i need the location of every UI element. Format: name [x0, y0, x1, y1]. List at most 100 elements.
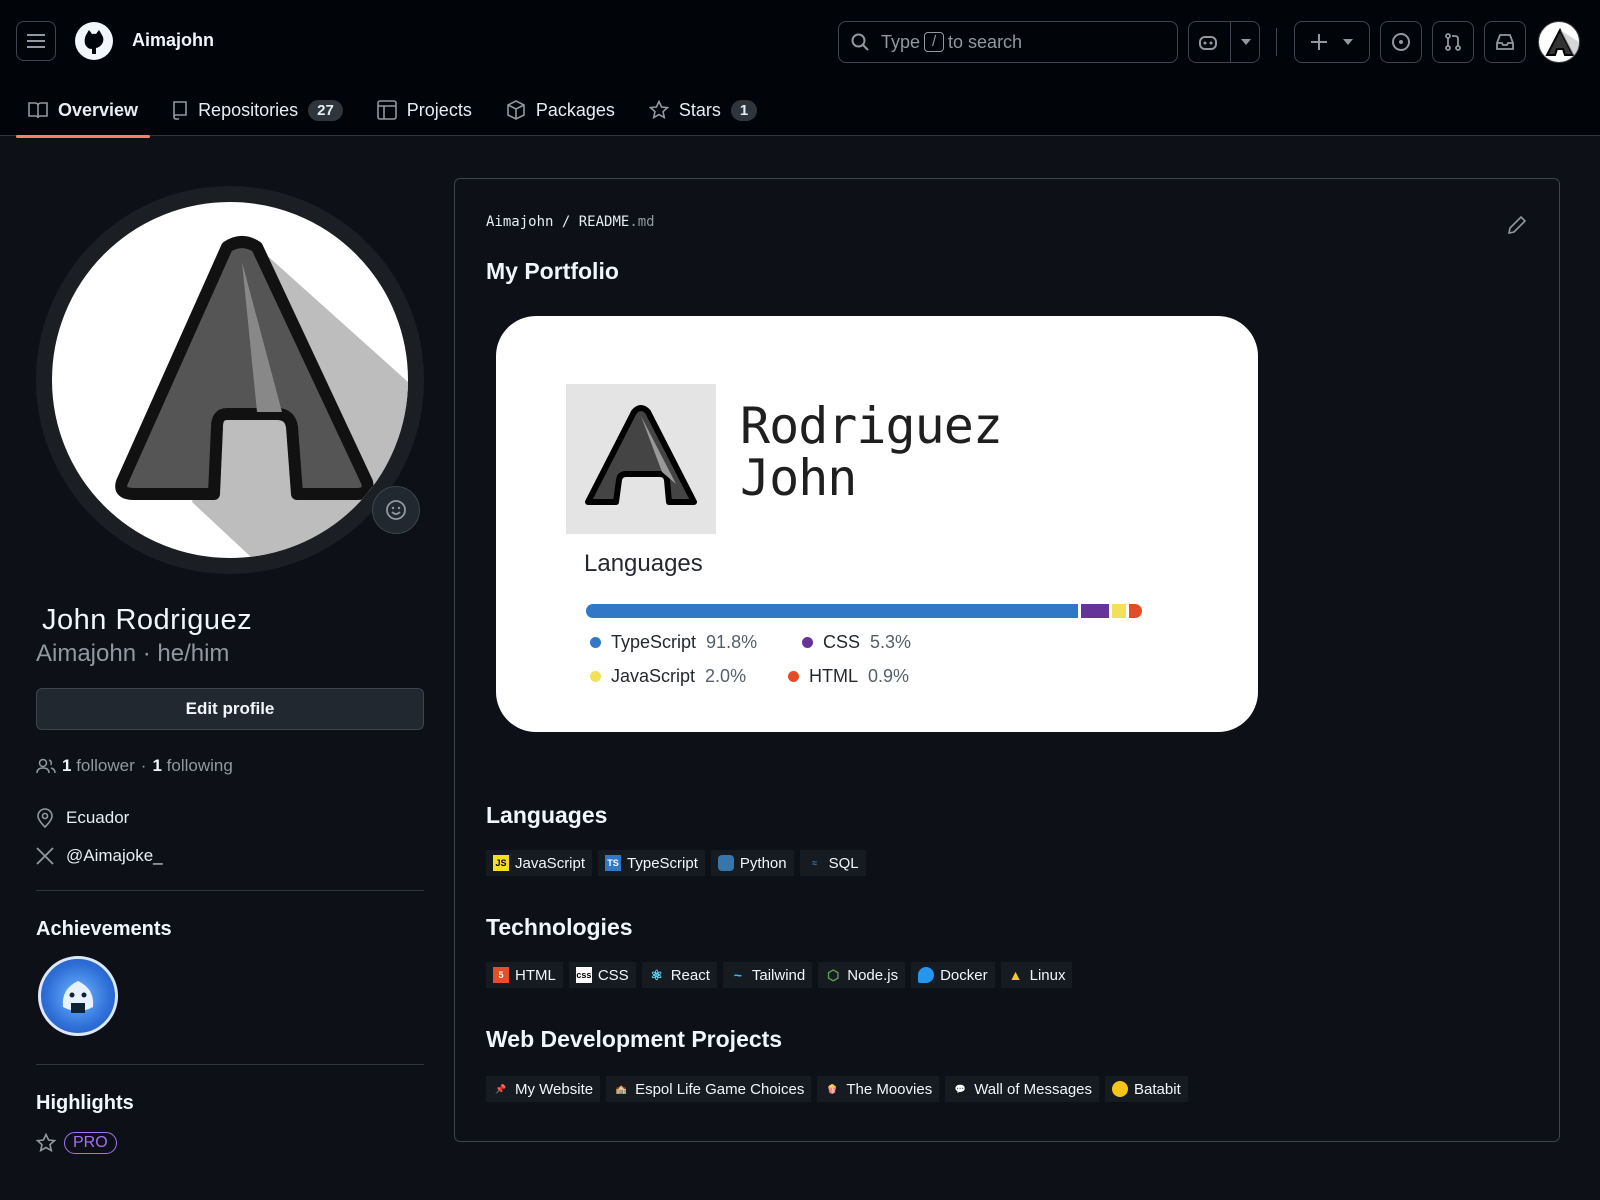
legend-name: TypeScript	[611, 632, 697, 652]
badge-label: Espol Life Game Choices	[635, 1080, 805, 1098]
react-icon: ⚛	[650, 966, 663, 983]
tab-label: Overview	[58, 99, 139, 120]
profile-tabs: Overview Repositories 27 Projects Packag…	[16, 86, 779, 138]
inbox-button[interactable]	[1484, 21, 1526, 63]
table-icon	[376, 100, 397, 120]
badge-wall-of-messages[interactable]: 💬 Wall of Messages	[945, 1076, 1100, 1102]
menu-button[interactable]	[16, 21, 56, 61]
tab-projects[interactable]: Projects	[365, 86, 484, 134]
edit-readme-button[interactable]	[1506, 214, 1530, 238]
smiley-icon	[386, 500, 406, 520]
tab-label: Repositories	[198, 99, 299, 120]
edit-profile-button[interactable]: Edit profile	[36, 688, 424, 730]
readme-ext: .md	[629, 214, 655, 230]
readme-path: Aimajohn / README.md	[486, 214, 655, 230]
badge-label: TypeScript	[627, 854, 698, 872]
badge-typescript: TS TypeScript	[598, 850, 705, 876]
profile-location: Ecuador	[36, 808, 129, 828]
copilot-button[interactable]	[1188, 21, 1260, 63]
badge-label: Docker	[940, 966, 988, 984]
legend-item: TypeScript 91.8%	[590, 632, 757, 653]
sidebar-divider	[36, 1064, 424, 1065]
legend-dot	[590, 637, 601, 648]
legend-item: JavaScript 2.0%	[590, 666, 746, 687]
pull-requests-button[interactable]	[1432, 21, 1474, 63]
card-languages-title: Languages	[584, 550, 703, 577]
badge-nodejs: ⬡ Node.js	[818, 962, 906, 988]
projects-section-title: Web Development Projects	[486, 1026, 783, 1052]
search-prefix: Type	[881, 31, 921, 52]
search-suffix: to search	[948, 31, 1023, 52]
badge-espol-life[interactable]: 🏫 Espol Life Game Choices	[606, 1076, 812, 1102]
languages-bar-segment	[586, 604, 1078, 618]
badge-label: SQL	[828, 854, 859, 872]
path-separator: /	[561, 214, 571, 230]
tab-stars[interactable]: Stars 1	[637, 86, 769, 134]
badge-label: JavaScript	[515, 854, 586, 872]
readme-title: My Portfolio	[486, 258, 619, 284]
user-avatar-button[interactable]	[1538, 21, 1580, 63]
header-username[interactable]: Aimajohn	[132, 30, 214, 51]
git-pull-request-icon	[1445, 33, 1461, 51]
badge-label: Python	[739, 854, 787, 872]
create-new-button[interactable]	[1294, 21, 1370, 63]
sidebar-divider	[36, 890, 424, 891]
card-name-line2: John	[740, 449, 857, 507]
badge-my-website[interactable]: 📌 My Website	[486, 1076, 601, 1102]
project-badges: 📌 My Website 🏫 Espol Life Game Choices 🍿 Th…	[486, 1076, 1188, 1102]
twitter-handle[interactable]: @Aimajoke_	[66, 846, 163, 866]
legend-name: HTML	[809, 666, 858, 686]
chevron-down-icon	[1343, 39, 1353, 45]
nodejs-icon: ⬡	[827, 966, 840, 983]
top-header: Aimajohn Type / to search Overview Repos…	[0, 0, 1600, 138]
followers-link[interactable]: 1 follower	[62, 756, 135, 776]
pro-badge: PRO	[64, 1132, 117, 1154]
issues-button[interactable]	[1380, 21, 1422, 63]
badge-css: css CSS	[568, 962, 636, 988]
github-logo-icon[interactable]	[74, 21, 114, 61]
profile-twitter[interactable]: @Aimajoke_	[36, 846, 163, 866]
badge-label: Linux	[1029, 966, 1066, 984]
following-link[interactable]: 1 following	[152, 756, 232, 776]
tab-packages[interactable]: Packages	[494, 86, 627, 134]
legend-dot	[802, 637, 813, 648]
javascript-icon: JS	[493, 855, 509, 871]
readme-owner[interactable]: Aimajohn	[486, 214, 553, 230]
achievements-title: Achievements	[36, 918, 172, 940]
set-status-button[interactable]	[372, 486, 420, 534]
stars-counter: 1	[730, 99, 758, 121]
shark-badge-icon	[62, 981, 94, 1013]
legend-name: JavaScript	[611, 666, 696, 686]
legend-dot	[590, 671, 601, 682]
badge-react: ⚛ React	[641, 962, 717, 988]
profile-avatar[interactable]	[36, 186, 424, 574]
search-input[interactable]: Type / to search	[838, 21, 1178, 63]
css-icon: css	[575, 967, 592, 983]
tailwind-icon: ~	[733, 967, 742, 983]
inbox-icon	[1496, 34, 1514, 50]
badge-label: Node.js	[847, 966, 899, 984]
language-badges: JS JavaScript TS TypeScript Python ≈ SQL	[486, 850, 866, 876]
languages-bar	[586, 604, 1142, 618]
tab-repositories[interactable]: Repositories 27	[160, 86, 355, 134]
technology-badges: 5 HTML css CSS ⚛ React ~ Tailwind ⬡ Node.js D…	[486, 962, 1073, 988]
logo-a-icon	[585, 405, 697, 505]
legend-item: CSS 5.3%	[802, 632, 911, 653]
badge-batabit[interactable]: Batabit	[1105, 1076, 1188, 1102]
achievement-badge[interactable]	[38, 956, 118, 1036]
badge-the-moovies[interactable]: 🍿 The Moovies	[817, 1076, 940, 1102]
tab-label: Projects	[406, 99, 472, 120]
badge-html: 5 HTML	[486, 962, 563, 988]
chevron-down-icon	[1240, 39, 1251, 45]
x-twitter-icon	[36, 847, 54, 865]
speech-bubble-icon: 💬	[954, 1083, 966, 1094]
card-name: Rodriguez John	[740, 397, 1003, 507]
technologies-section-title: Technologies	[486, 914, 633, 940]
languages-bar-segment	[1128, 604, 1142, 618]
badge-linux: ▲ Linux	[1000, 962, 1073, 988]
card-name-line1: Rodriguez	[740, 397, 1003, 455]
star-icon	[36, 1133, 56, 1153]
tab-overview[interactable]: Overview	[16, 86, 151, 138]
school-icon: 🏫	[615, 1083, 627, 1094]
html5-icon: 5	[493, 967, 509, 983]
